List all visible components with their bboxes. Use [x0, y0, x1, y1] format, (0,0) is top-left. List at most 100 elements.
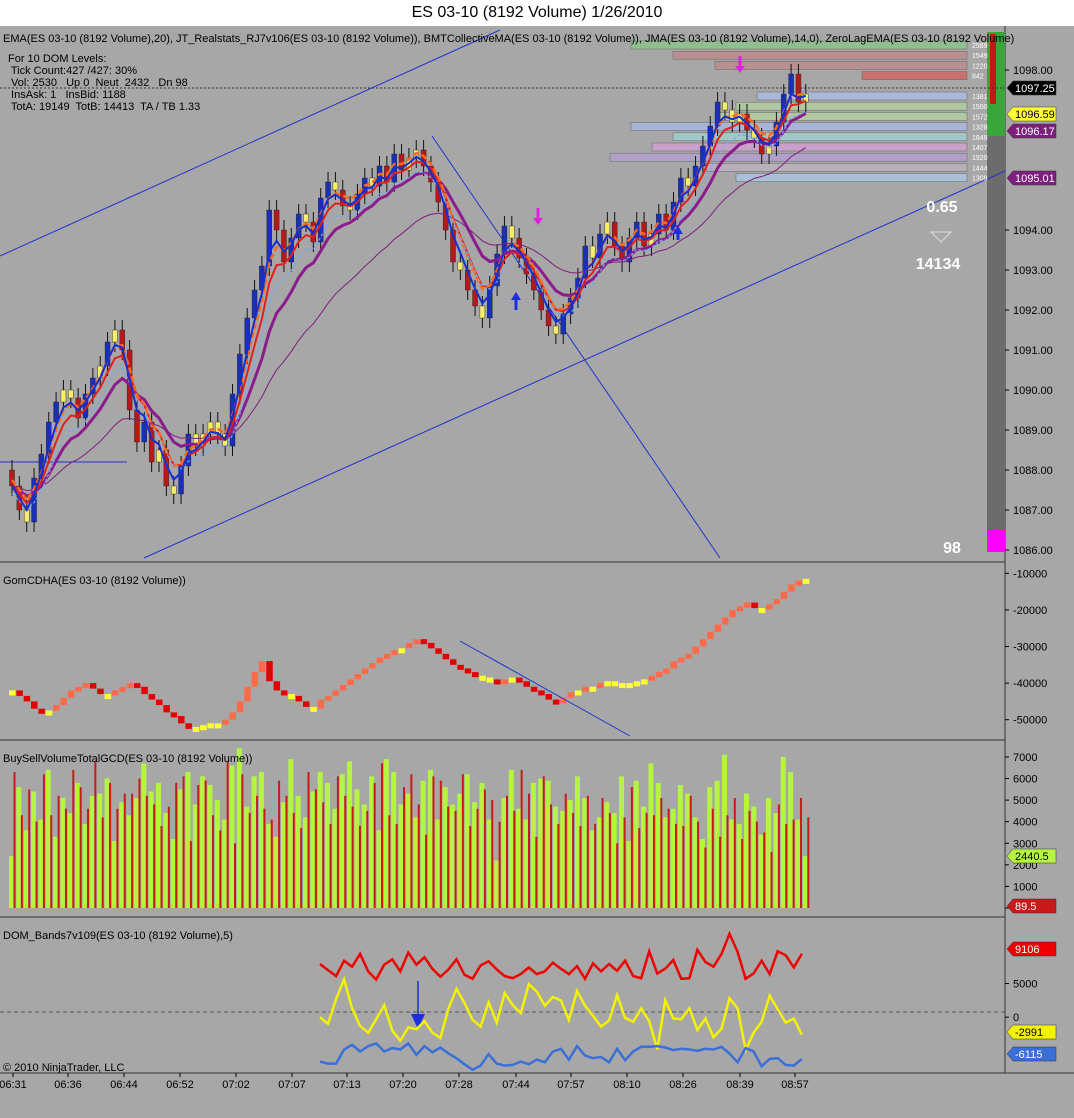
candle-body — [303, 213, 309, 223]
buy-volume-bar — [758, 834, 764, 908]
cd-bar — [699, 639, 707, 647]
cd-bar — [655, 672, 663, 678]
buy-volume-bar — [552, 806, 558, 908]
buy-volume-bar — [699, 838, 705, 908]
buy-volume-bar — [354, 789, 360, 908]
time-tick-label: 07:07 — [278, 1079, 306, 1091]
buy-volume-bar — [450, 804, 455, 908]
buy-volume-bar — [648, 763, 654, 908]
cd-bar — [736, 606, 744, 612]
buy-volume-bar — [736, 823, 742, 908]
buy-volume-bar — [405, 793, 411, 908]
ratio-value: 0.65 — [926, 199, 957, 216]
cd-bar — [494, 679, 501, 685]
buy-volume-bar — [427, 769, 433, 908]
cd-tick-label: -50000 — [1013, 715, 1047, 727]
buy-volume-bar — [714, 780, 720, 908]
dom-stats-line-1: For 10 DOM Levels: — [8, 53, 107, 65]
cd-bar — [280, 690, 288, 696]
buy-volume-bar — [67, 813, 73, 908]
cd-bar — [802, 578, 810, 584]
triangle-down-icon — [929, 231, 953, 243]
buy-volume-bar — [626, 841, 632, 908]
buy-volume-bar — [126, 815, 132, 908]
dom-level-bar — [735, 101, 968, 111]
buy-volume-bar — [244, 806, 250, 908]
buy-volume-bar — [545, 780, 551, 908]
dom-tick-label: 0 — [1013, 1012, 1019, 1024]
buy-volume-bar — [273, 836, 279, 908]
cd-bar — [780, 591, 788, 599]
dom-level-label: 1444 — [972, 165, 988, 172]
candle-body — [722, 101, 728, 111]
buy-volume-bar — [347, 761, 353, 908]
buy-volume-bar — [611, 813, 617, 908]
down-volume-bar — [987, 530, 1005, 552]
dom-level-bar — [706, 163, 968, 172]
buy-volume-bar — [494, 860, 500, 908]
cd-bar — [317, 699, 325, 709]
cd-bar — [325, 695, 332, 701]
cd-bar — [619, 683, 626, 689]
blue-up-arrow-1 — [511, 292, 521, 310]
candle-body — [170, 485, 177, 495]
buy-volume-bar — [266, 823, 272, 908]
cd-bar — [258, 661, 266, 673]
buy-volume-bar — [45, 769, 51, 908]
time-tick-label: 07:57 — [557, 1079, 585, 1091]
cd-bar — [266, 661, 273, 682]
buy-volume-bar — [317, 772, 323, 908]
cd-bar — [516, 677, 523, 683]
buy-volume-bar — [633, 780, 639, 908]
cd-bar — [97, 688, 104, 695]
buy-volume-bar — [280, 802, 286, 908]
candle-body — [604, 221, 611, 235]
cd-bar — [288, 694, 295, 700]
dom-yellow-line — [319, 975, 803, 1055]
buy-volume-bar — [420, 780, 426, 908]
cd-bar — [354, 673, 361, 680]
buy-volume-bar — [295, 795, 301, 908]
buy-volume-bar — [383, 759, 389, 908]
cd-bar — [472, 672, 479, 678]
buy-volume-bar — [16, 787, 22, 908]
cd-bar — [119, 686, 126, 692]
candle-body — [273, 209, 280, 231]
volume-tick-label: 5000 — [1013, 795, 1037, 807]
cd-bar — [604, 681, 611, 687]
buy-volume-bar — [508, 769, 514, 908]
buy-volume-bar — [258, 772, 264, 908]
buy-volume-bar — [773, 813, 779, 908]
buy-volume-bar — [163, 813, 169, 908]
sell-volume-marker-label: 89.5 — [1015, 901, 1036, 913]
dom-level-label: 1220 — [972, 63, 988, 70]
cd-bar — [75, 686, 82, 692]
buy-volume-bar — [185, 772, 191, 908]
buy-volume-bar — [23, 830, 29, 908]
cd-bar — [766, 604, 773, 610]
buy-volume-bar — [589, 830, 595, 908]
dom-level-bar — [651, 142, 968, 152]
buy-volume-bar — [9, 856, 14, 908]
buy-volume-bar — [729, 819, 735, 908]
cd-bar — [751, 602, 758, 609]
chart-canvas[interactable]: 1098.00 1094.00 1093.00 1092.00 1091.00 1090.… — [0, 26, 1074, 1118]
buy-volume-bar — [413, 817, 419, 908]
buy-volume-bar — [530, 782, 536, 908]
time-tick-label: 06:44 — [110, 1079, 138, 1091]
cd-bar — [758, 608, 766, 614]
buy-volume-bar — [707, 787, 713, 908]
last-price-marker-label: 1097.25 — [1015, 83, 1055, 95]
cd-bar — [721, 617, 729, 625]
cd-bar — [574, 690, 582, 696]
chart-frame: 1098.00 1094.00 1093.00 1092.00 1091.00 1090.… — [0, 26, 1074, 1118]
candle-body — [788, 73, 794, 95]
cd-bar — [479, 675, 486, 681]
cd-bar — [148, 694, 156, 700]
cd-bar — [773, 598, 780, 605]
buy-volume-bar — [751, 806, 757, 908]
cd-bar — [178, 716, 185, 724]
dom-stats-line-3: Vol: 2530 Up 0 Neut 2432 Dn 98 — [8, 77, 188, 89]
buy-volume-bar — [802, 856, 808, 908]
cd-bar — [53, 705, 60, 711]
